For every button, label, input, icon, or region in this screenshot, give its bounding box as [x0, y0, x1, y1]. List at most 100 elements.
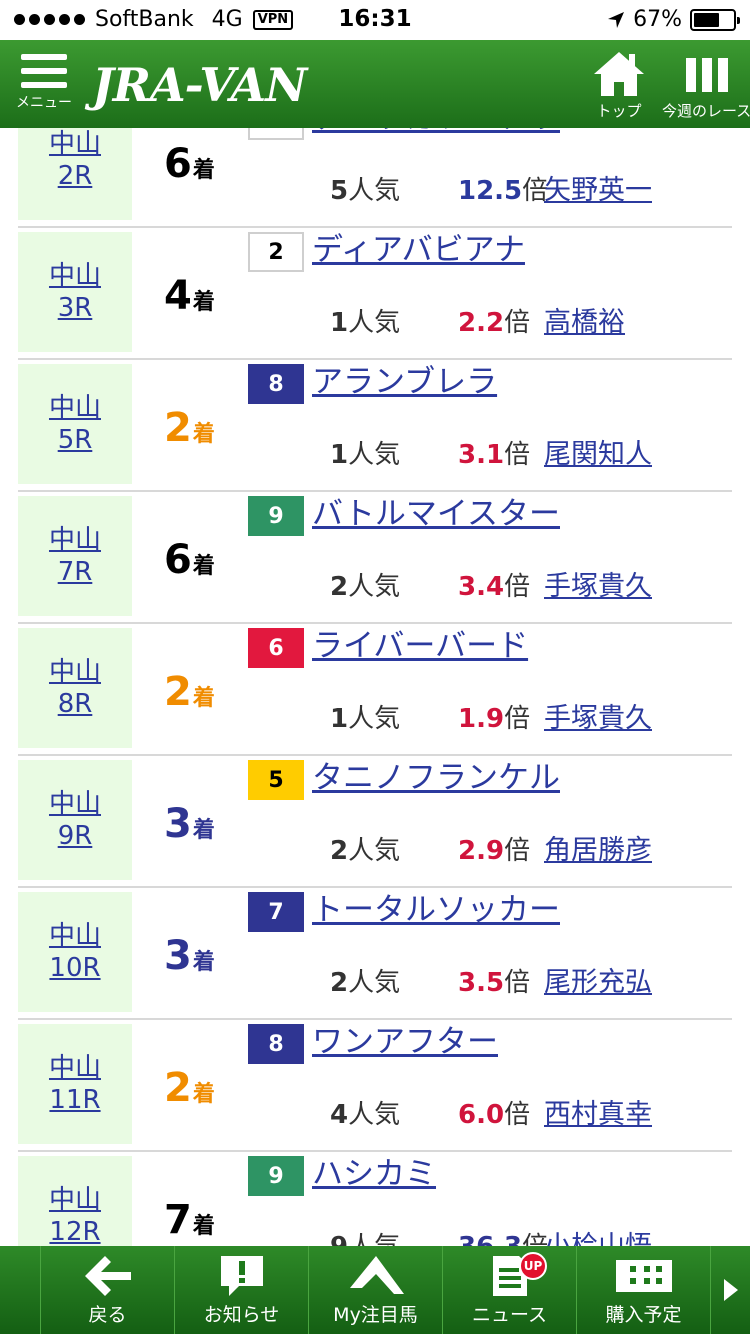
popularity: 2人気 [330, 572, 401, 602]
popularity: 9人気 [330, 1226, 400, 1246]
race-number: 8R [57, 689, 93, 719]
news-up-badge: UP [519, 1252, 547, 1280]
trainer-link[interactable]: 高橋裕 [544, 300, 625, 339]
race-number: 2R [57, 161, 93, 191]
finish-place: 2着 [164, 405, 215, 451]
news-tab[interactable]: UP ニュース [442, 1246, 576, 1334]
notice-tab[interactable]: お知らせ [174, 1246, 308, 1334]
result-row: 中山 10R 3着 7 トータルソッカー 2人気 3.5倍 尾形充弘 [18, 888, 732, 1020]
chevron-right-icon [723, 1279, 738, 1301]
result-row: 中山12R 7着 9 ハシカミ 9人気 36.3倍 小桧山悟 [18, 1152, 732, 1246]
horse-name-link[interactable]: テーワカフハナウ [312, 128, 560, 140]
odds: 12.5倍 [458, 176, 549, 206]
my-horse-tab[interactable]: My注目馬 [308, 1246, 442, 1334]
weekly-race-button[interactable]: 今週のレース [662, 50, 750, 121]
result-row: 中山 3R 4着 2 ディアバビアナ 1人気 2.2倍 高橋裕 [18, 228, 732, 360]
trainer-link[interactable]: 手塚貴久 [544, 564, 652, 603]
result-row: 中山2R 6着 2 テーワカフハナウ 5人気 12.5倍 矢野英一 [18, 128, 732, 228]
odds: 6.0倍 [458, 1100, 531, 1130]
top-button[interactable]: トップ [592, 50, 646, 121]
horse-name-link[interactable]: ディアバビアナ [312, 228, 525, 272]
purchase-tab[interactable]: 購入予定 [576, 1246, 710, 1334]
trainer-link[interactable]: 手塚貴久 [544, 696, 652, 735]
result-list: 中山2R 6着 2 テーワカフハナウ 5人気 12.5倍 矢野英一 中山3R 4… [0, 128, 750, 1246]
venue-name: 中山 [48, 789, 101, 819]
battery-icon [690, 8, 740, 31]
popularity: 1人気 [330, 440, 401, 470]
back-label: 戻る [88, 1304, 127, 1326]
app-header: メニュー JRA-VAN トップ 今週のレース [0, 40, 750, 128]
gate-number-badge: 8 [248, 364, 304, 404]
gate-number-badge: 2 [248, 232, 304, 272]
trainer-link[interactable]: 角居勝彦 [544, 828, 652, 867]
odds: 2.9倍 [458, 836, 531, 866]
trainer-link[interactable]: 尾形充弘 [544, 960, 652, 999]
venue-race-link[interactable]: 中山 5R [18, 364, 132, 484]
tabbar-next-button[interactable] [710, 1246, 750, 1334]
gate-number-badge: 6 [248, 628, 304, 668]
venue-race-link[interactable]: 中山 12R [18, 1156, 132, 1246]
odds: 3.4倍 [458, 572, 531, 602]
horse-name-link[interactable]: アランブレラ [312, 360, 497, 404]
venue-name: 中山 [48, 129, 101, 159]
odds: 2.2倍 [458, 308, 531, 338]
jra-van-logo[interactable]: JRA-VAN [92, 58, 307, 112]
horse-name-link[interactable]: バトルマイスター [312, 492, 560, 536]
venue-race-link[interactable]: 中山 7R [18, 496, 132, 616]
venue-name: 中山 [48, 393, 101, 423]
menu-button[interactable]: メニュー [12, 54, 76, 124]
venue-name: 中山 [48, 921, 101, 951]
finish-place: 2着 [164, 1065, 215, 1111]
finish-place: 4着 [164, 273, 215, 319]
venue-race-link[interactable]: 中山 2R [18, 128, 132, 220]
week-label: 今週のレース [662, 102, 750, 120]
horse-name-link[interactable]: タニノフランケル [312, 756, 560, 800]
bottom-tab-bar: 戻る お知らせ My注目馬 UP ニュース 購入予定 [0, 1246, 750, 1334]
race-number: 9R [57, 821, 93, 851]
result-row: 中山 11R 2着 8 ワンアフター 4人気 6.0倍 西村真幸 [18, 1020, 732, 1152]
gate-number-badge: 9 [248, 496, 304, 536]
trainer-link[interactable]: 小桧山悟 [544, 1224, 652, 1246]
arrow-left-icon [84, 1256, 131, 1296]
result-row: 中山 5R 2着 8 アランブレラ 1人気 3.1倍 尾関知人 [18, 360, 732, 492]
status-bar: SoftBank 4G VPN 16:31 67% [0, 0, 750, 40]
horse-name-link[interactable]: ライバーバード [312, 624, 528, 668]
finish-place: 3着 [164, 933, 215, 979]
horse-name-link[interactable]: トータルソッカー [312, 888, 560, 932]
horse-name-link[interactable]: ワンアフター [312, 1020, 498, 1064]
race-number: 3R [57, 293, 93, 323]
purchase-label: 購入予定 [605, 1304, 682, 1326]
venue-race-link[interactable]: 中山 10R [18, 892, 132, 1012]
popularity: 4人気 [330, 1100, 401, 1130]
venue-race-link[interactable]: 中山 8R [18, 628, 132, 748]
gate-number-badge: 2 [248, 128, 304, 140]
result-row: 中山 8R 2着 6 ライバーバード 1人気 1.9倍 手塚貴久 [18, 624, 732, 756]
back-tab[interactable]: 戻る [40, 1246, 174, 1334]
popularity: 5人気 [330, 176, 401, 206]
odds: 1.9倍 [458, 704, 531, 734]
race-number: 7R [57, 557, 93, 587]
venue-race-link[interactable]: 中山 9R [18, 760, 132, 880]
horse-name-link[interactable]: ハシカミ [312, 1152, 436, 1196]
odds: 36.3倍 [458, 1226, 548, 1246]
popularity: 2人気 [330, 836, 401, 866]
location-arrow-icon [608, 11, 625, 28]
venue-race-link[interactable]: 中山 11R [18, 1024, 132, 1144]
odds: 3.5倍 [458, 968, 531, 998]
venue-name: 中山 [48, 525, 101, 555]
trainer-link[interactable]: 矢野英一 [544, 168, 652, 207]
trainer-link[interactable]: 西村真幸 [544, 1092, 652, 1131]
finish-place: 3着 [164, 801, 215, 847]
menu-label: メニュー [16, 95, 72, 111]
trainer-link[interactable]: 尾関知人 [544, 432, 652, 471]
popularity: 1人気 [330, 308, 401, 338]
venue-race-link[interactable]: 中山 3R [18, 232, 132, 352]
popularity: 1人気 [330, 704, 401, 734]
venue-name: 中山 [48, 1053, 101, 1083]
result-row: 中山 7R 6着 9 バトルマイスター 2人気 3.4倍 手塚貴久 [18, 492, 732, 624]
result-row: 中山 9R 3着 5 タニノフランケル 2人気 2.9倍 角居勝彦 [18, 756, 732, 888]
exclamation-speech-icon [220, 1256, 263, 1296]
race-number: 10R [49, 953, 101, 983]
race-number: 5R [57, 425, 93, 455]
popularity: 2人気 [330, 968, 401, 998]
